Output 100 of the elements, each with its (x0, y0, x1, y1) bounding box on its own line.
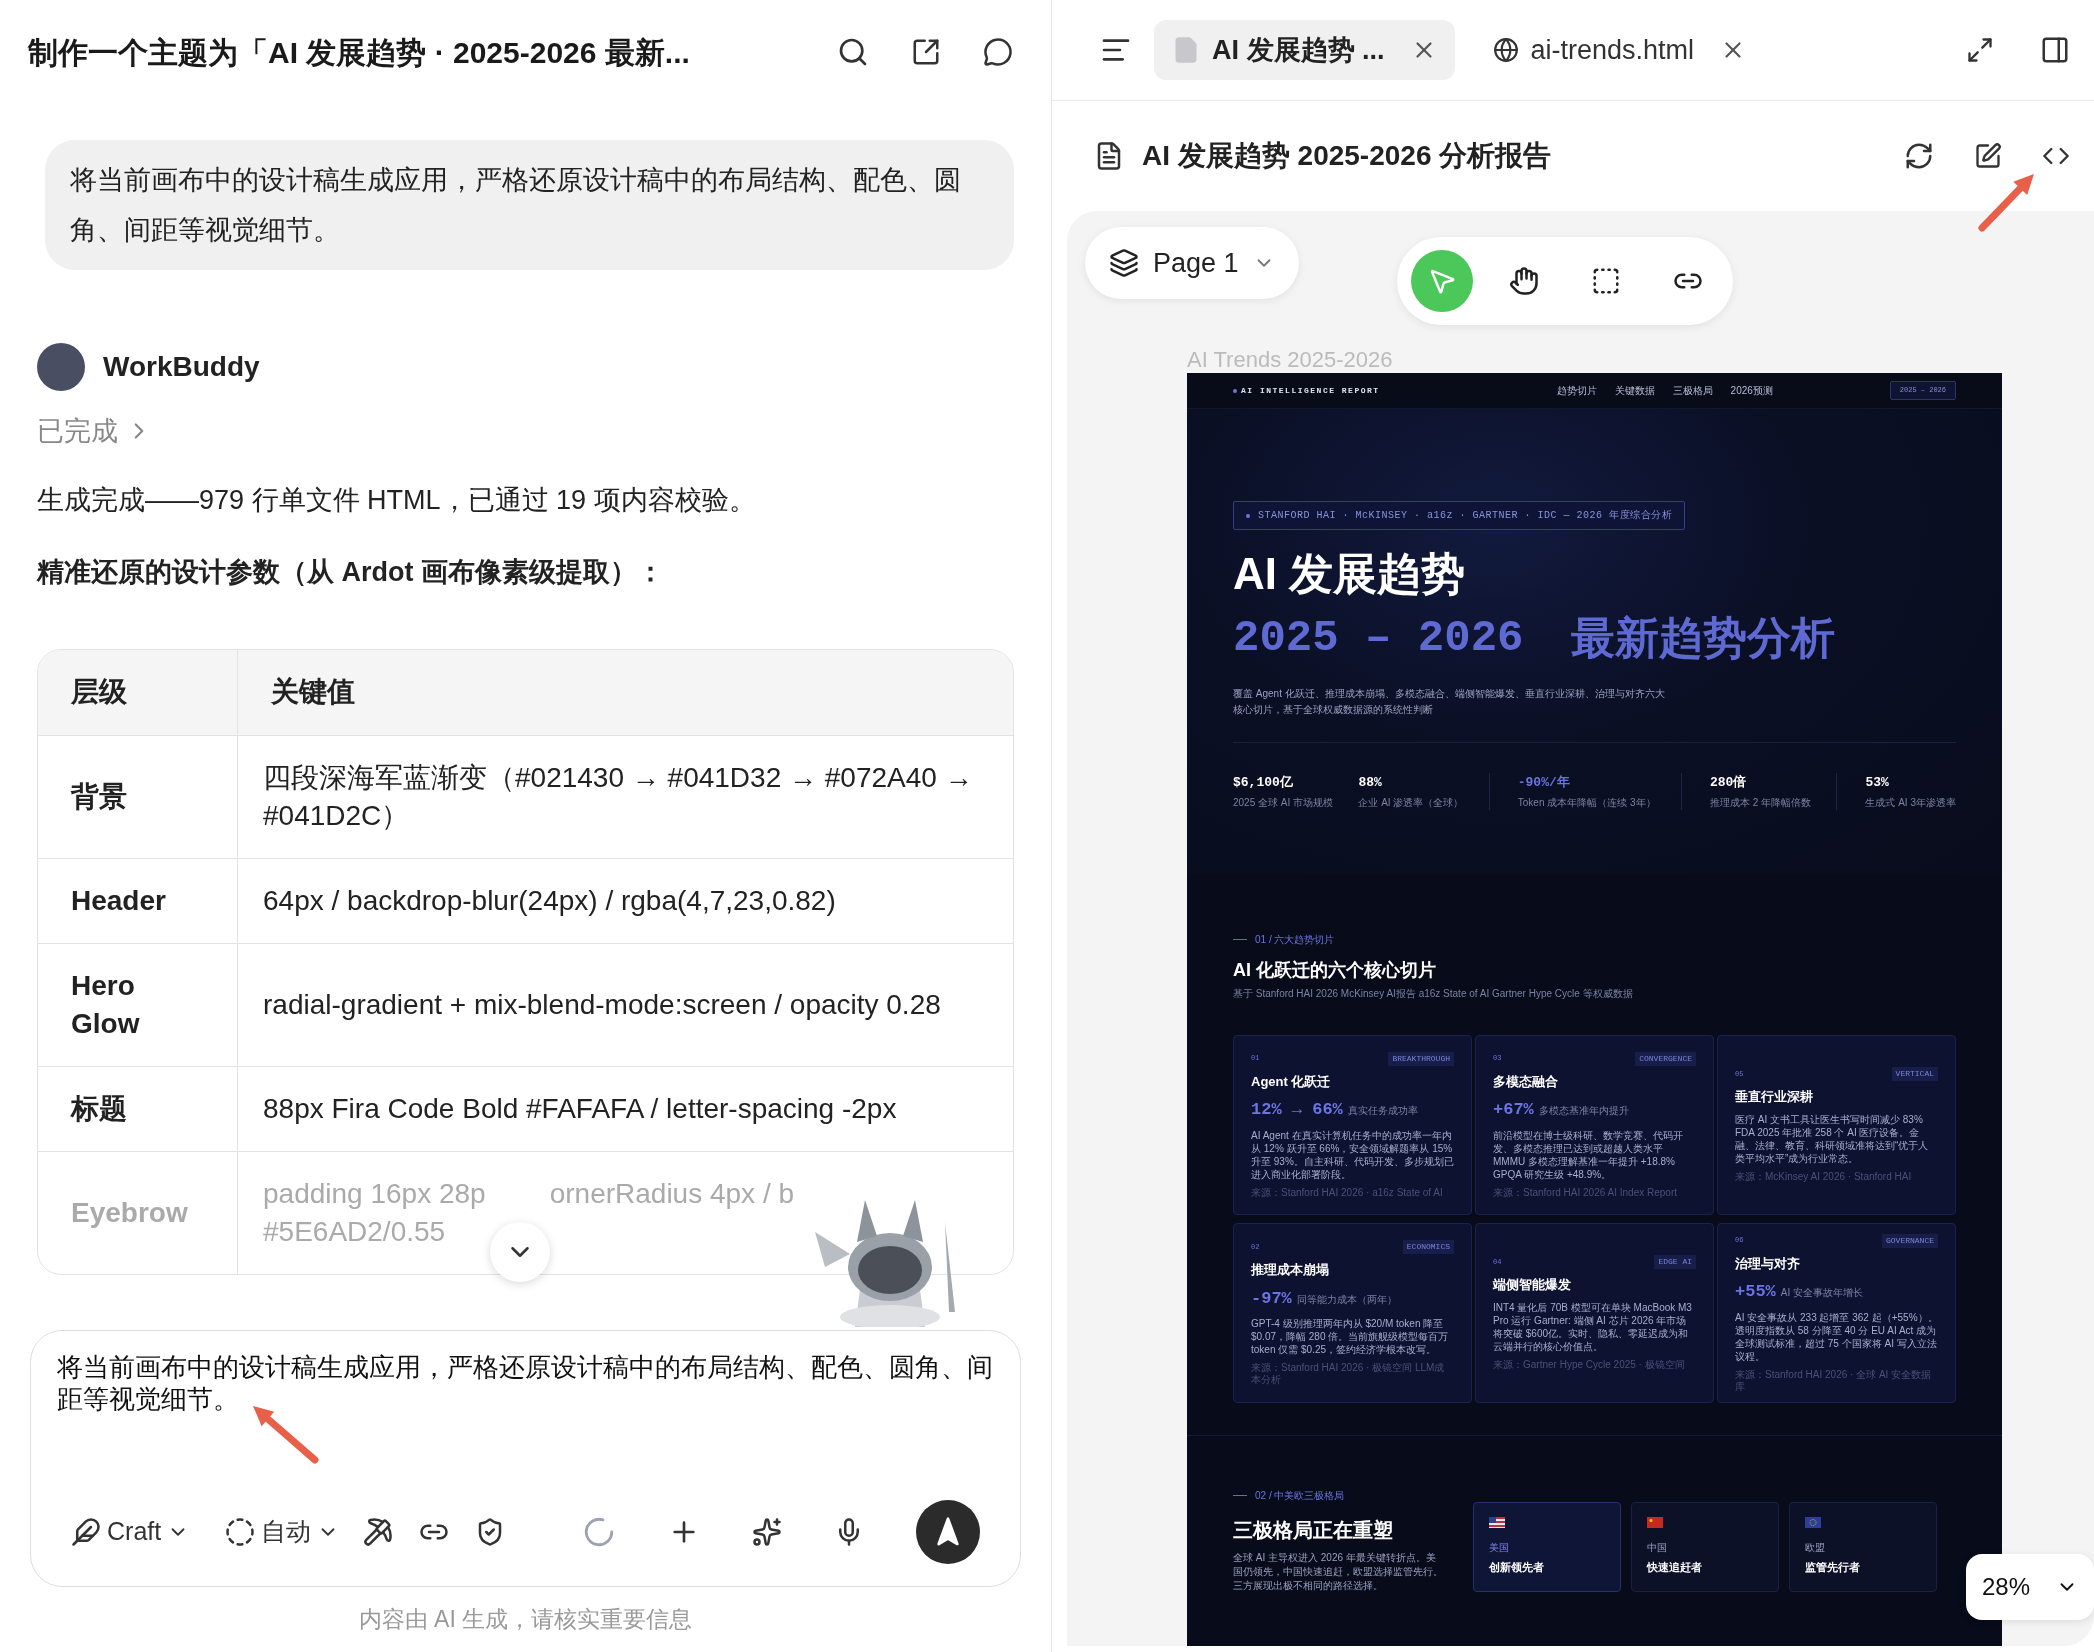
stat-value: $6,100亿 (1233, 774, 1294, 792)
pickaxe-icon (363, 1517, 394, 1547)
hand-icon (1508, 266, 1539, 296)
stat-value: -90%/年 (1517, 774, 1571, 792)
metric-note: 同等能力成本（两年） (1296, 1292, 1397, 1307)
feather-icon (71, 1517, 101, 1547)
card-title: 多模态融合 (1493, 1072, 1559, 1091)
sparkle-icon (752, 1517, 782, 1547)
card-title: 治理与对齐 (1735, 1254, 1801, 1273)
table-cell-text: #5E6AD2/0.55 (263, 1214, 446, 1249)
tool-button[interactable] (363, 1517, 394, 1547)
layers-icon (1109, 248, 1139, 278)
summary-text: 生成完成——979 行单文件 HTML，已通过 19 项内容校验。 (37, 483, 757, 517)
dashed-circle-icon (225, 1517, 256, 1547)
metric-note: 多模态基准年内提升 (1538, 1104, 1629, 1118)
document-title: AI 发展趋势 2025-2026 分析报告 (1142, 139, 1552, 173)
search-icon (837, 36, 869, 68)
card-text: INT4 量化后 70B 模型可在单块 MacBook M3 Pro 运行 Gartner: 端侧 AI 芯片 2026 年市场将突破 $600亿。实时、隐私、零延迟成为和云端并行的核心价值点。 (1493, 1300, 1693, 1353)
table-cell-text: Eyebrow (71, 1195, 188, 1230)
table-cell-text: Header (71, 883, 166, 918)
card-text: AI Agent 在真实计算机任务中的成功率一年内从 12% 跃升至 66%，安全领域解题率从 15% 升至 93%。自主科研、代码开发、多步规划已进入商业化部署阶段。 (1251, 1128, 1454, 1181)
section-heading: 精准还原的设计参数（从 Ardot 画布像素级提取）： (37, 556, 665, 589)
assistant-name: WorkBuddy (103, 350, 260, 384)
brand-text: AI INTELLIGENCE REPORT (1241, 384, 1380, 397)
metric-note: 真实任务成功率 (1347, 1104, 1418, 1118)
nav-link[interactable]: 三极格局 (1672, 383, 1713, 398)
nav-link[interactable]: 关键数据 (1614, 383, 1655, 398)
section-title: 三极格局正在重塑 (1233, 1518, 1394, 1543)
card-tag: VERTICAL (1891, 1067, 1938, 1082)
region-role: 创新领先者 (1489, 1560, 1544, 1575)
region-role: 快速追赶者 (1647, 1560, 1702, 1575)
stat-value: 88% (1358, 774, 1383, 792)
stat-label: 推理成本 2 年降幅倍数 (1709, 795, 1812, 810)
stat-label: 2025 全球 AI 市场规模 (1233, 795, 1334, 810)
section-title: AI 化跃迁的六个核心切片 (1233, 959, 1437, 982)
table-cell-text: padding 16px 28p (263, 1176, 486, 1211)
section-label: 01 / 六大趋势切片 (1255, 933, 1335, 947)
nav-link[interactable]: 2026预测 (1730, 383, 1773, 398)
eyebrow-label: STANFORD HAI · McKINSEY · a16z · GARTNER · IDC — 2026 年度综合分析 (1233, 501, 1686, 530)
message-composer[interactable]: 将当前画布中的设计稿生成应用，严格还原设计稿中的布局结构、配色、圆角、间距等视觉细节。 Craft 自动 (30, 1330, 1021, 1587)
refresh-button[interactable] (1904, 141, 1934, 171)
card-metric: 12% → 66% (1251, 1099, 1343, 1121)
message-icon (983, 37, 1013, 67)
section-description: 全球 AI 主导权进入 2026 年最关键转折点。美国仍领先，中国快速追赶，欧盟选择监管先行。三方展现出极不相同的路径选择。 (1233, 1551, 1443, 1593)
card-metric: -97% (1251, 1287, 1292, 1310)
avatar-icon (37, 343, 85, 391)
table-cell-text: 64px / backdrop-blur(24px) / rgba(4,7,23,0.82) (263, 883, 836, 918)
column-header: 关键值 (270, 675, 356, 709)
flag-icon (1805, 1517, 1821, 1528)
edit-button[interactable] (1974, 142, 2002, 170)
column-header: 层级 (38, 649, 238, 735)
page-dropdown[interactable]: Page 1 (1085, 227, 1299, 299)
tab[interactable]: AI 发展趋势 ... (1154, 20, 1455, 80)
flag-icon (1489, 1517, 1505, 1528)
stat-label: 生成式 AI 3年渗透率 (1865, 795, 1956, 810)
hero-title: AI 发展趋势 (1233, 548, 1467, 600)
spinner-icon (582, 1515, 616, 1549)
stat-label: 企业 AI 渗透率（全球） (1358, 795, 1464, 810)
refresh-icon (1904, 141, 1934, 171)
card-title: 端侧智能爆发 (1493, 1276, 1572, 1295)
tab[interactable]: ai-trends.html (1474, 20, 1765, 80)
stat-value: 53% (1865, 774, 1890, 792)
zoom-dropdown[interactable]: 28% (1965, 1554, 2094, 1620)
table-cell-text: ornerRadius 4px / b (549, 1176, 794, 1211)
sparkle-button[interactable] (752, 1517, 782, 1547)
status-toggle[interactable]: 已完成 (37, 411, 1014, 452)
hero-description: 覆盖 Agent 化跃迁、推理成本崩塌、多模态融合、端侧智能爆发、垂直行业深耕、治理与对齐六大核心切片，基于全球权威数据源的系统性判断 (1233, 687, 1666, 717)
table-cell-text: 背景 (71, 779, 127, 814)
mode-dropdown[interactable]: Craft (71, 1513, 190, 1551)
table-cell-text: 88px Fira Code Bold #FAFAFA / letter-spacing -2px (263, 1091, 897, 1126)
model-dropdown[interactable]: 自动 (225, 1513, 340, 1551)
section-subtitle: 基于 Stanford HAI 2026 McKinsey AI报告 a16z State of AI Gartner Hype Cycle 等权威数据 (1233, 987, 1634, 1001)
region-role: 监管先行者 (1805, 1560, 1860, 1575)
card-metric: +55% (1735, 1281, 1776, 1303)
card-text: AI 安全事故从 233 起增至 362 起（+55%）。透明度指数从 58 分降至 40 分 EU AI Act 成为全球测试标准，超过 75 个国家将 AI 写入立法议程。 (1735, 1310, 1938, 1363)
card-title: 推理成本崩塌 (1251, 1261, 1330, 1279)
nav-link[interactable]: 趋势切片 (1556, 383, 1597, 398)
region-name: 欧盟 (1805, 1541, 1825, 1555)
card-tag: GOVERNANCE (1882, 1233, 1938, 1248)
card-tag: CONVERGENCE (1635, 1051, 1696, 1066)
card-text: 前沿模型在博士级科研、数学竞赛、代码开发、多模态推理已达到或超越人类水平 MMMU 多模态理解基准一年提升 +18.8% GPQA 研究生级 +48.9%。 (1493, 1128, 1684, 1181)
card-tag: EDGE AI (1654, 1255, 1696, 1270)
flag-icon (1647, 1517, 1663, 1528)
globe-icon (1492, 37, 1519, 63)
card-tag: ECONOMICS (1402, 1240, 1454, 1254)
panel-icon (2040, 35, 2070, 65)
expand-icon (1966, 36, 1994, 64)
card-title: 垂直行业深耕 (1735, 1088, 1814, 1107)
card-title: Agent 化跃迁 (1251, 1072, 1332, 1091)
user-message: 将当前画布中的设计稿生成应用，严格还原设计稿中的布局结构、配色、圆角、间距等视觉细节。 (45, 140, 1014, 270)
stat-label: Token 成本年降幅（连续 3年） (1517, 795, 1656, 810)
region-name: 中国 (1647, 1541, 1667, 1555)
frame-label: AI Trends 2025-2026 (1187, 347, 1394, 373)
card-text: GPT-4 级别推理两年内从 $20/M token 降至 $0.07，降幅 280 倍。当前旗舰级模型每百万 token 仅需 $0.25，签约经济学根本改写。 (1251, 1317, 1450, 1356)
table-cell-text: 标题 (71, 1091, 127, 1126)
stat-value: 280倍 (1709, 774, 1748, 792)
card-tag: BREAKTHROUGH (1388, 1051, 1454, 1066)
disclaimer-text: 内容由 AI 生成，请核实重要信息 (357, 1605, 694, 1635)
metric-note: AI 安全事故年增长 (1780, 1286, 1864, 1300)
hero-subtitle: 最新趋势分析 (1571, 612, 1836, 664)
